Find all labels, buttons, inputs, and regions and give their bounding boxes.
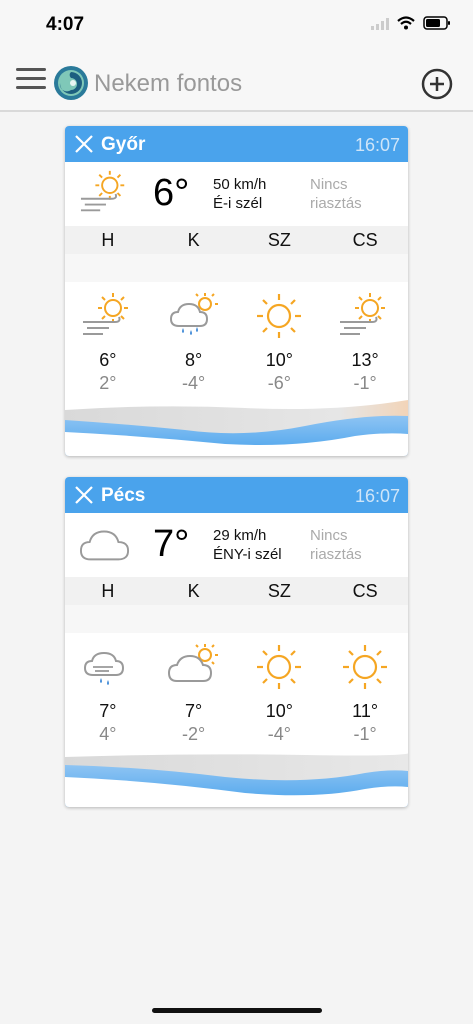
wind-info: 29 km/h ÉNY-i szél <box>213 526 282 564</box>
city-name: Győr <box>101 134 146 155</box>
high-temp: 10° <box>265 701 293 721</box>
high-temp: 6° <box>99 350 117 370</box>
wind-speed: 50 km/h <box>213 176 267 193</box>
divider-band <box>65 605 408 633</box>
forecast-day: 11° -1° <box>322 641 408 745</box>
forecast-day: 8° -4° <box>151 290 237 394</box>
status-icons <box>371 16 451 35</box>
low-temp: -1° <box>353 724 377 744</box>
low-temp: -6° <box>267 373 291 393</box>
day-label: SZ <box>267 581 291 601</box>
app-logo <box>52 64 90 102</box>
forecast-row: 6° 2° 8° -4° 10° -6° 13° -1° <box>65 282 408 394</box>
high-temp: 11° <box>352 701 379 721</box>
hamburger-icon-line <box>16 86 46 89</box>
add-city-button[interactable] <box>421 68 453 100</box>
low-temp: -2° <box>182 724 206 744</box>
temperature-wave <box>65 400 408 456</box>
cloud-icon <box>77 519 133 569</box>
wind-direction: É-i szél <box>213 195 263 212</box>
day-label: K <box>187 581 200 601</box>
hamburger-icon-line <box>16 77 46 80</box>
forecast-row: 7° 4° 7° -2° 10° -4° 11° -1° <box>65 633 408 745</box>
divider-band <box>65 254 408 282</box>
rain-cloud-sun-icon <box>169 293 218 335</box>
signal-icon <box>371 17 389 35</box>
close-icon <box>75 135 93 153</box>
update-time: 16:07 <box>354 486 400 506</box>
alert-line-1: Nincs <box>310 176 348 193</box>
city-name: Pécs <box>101 485 146 506</box>
day-labels: H K SZ CS <box>65 577 408 605</box>
forecast-day: 10° -4° <box>237 641 323 745</box>
wind-info: 50 km/h É-i szél <box>213 175 266 213</box>
day-labels: H K SZ CS <box>65 226 408 254</box>
temperature-wave <box>65 751 408 807</box>
card-header: Győr 16:07 <box>65 126 408 162</box>
day-label: CS <box>352 581 378 601</box>
low-temp: 2° <box>99 373 117 393</box>
rain-cloud-icon <box>83 651 124 685</box>
high-temp: 8° <box>185 350 203 370</box>
current-weather: 7° 29 km/h ÉNY-i szél Nincs riasztás <box>65 513 408 577</box>
weather-card: Pécs 16:07 7° 29 km/h ÉNY-i szél Nincs r… <box>65 477 408 807</box>
forecast-day: 10° -6° <box>237 290 323 394</box>
forecast-day: 7° -2° <box>151 641 237 745</box>
day-label: SZ <box>267 230 291 250</box>
alert-line-2: riasztás <box>310 195 362 212</box>
plus-circle-icon <box>421 68 453 100</box>
forecast-day: 6° 2° <box>65 290 151 394</box>
alert-line-2: riasztás <box>310 546 362 563</box>
status-time: 4:07 <box>46 14 85 35</box>
high-temp: 7° <box>185 701 203 721</box>
close-icon <box>75 486 93 504</box>
current-temperature: 7° <box>153 523 190 565</box>
home-indicator[interactable] <box>152 1008 322 1013</box>
alert-line-1: Nincs <box>310 527 348 544</box>
navbar: Nekem fontos <box>0 52 473 112</box>
day-label: H <box>101 581 115 601</box>
hamburger-icon <box>16 68 46 71</box>
status-bar: 4:07 <box>0 0 473 52</box>
remove-city-button[interactable] <box>73 484 95 506</box>
high-temp: 10° <box>265 350 293 370</box>
remove-city-button[interactable] <box>73 133 95 155</box>
app-title: Nekem fontos <box>94 70 243 97</box>
low-temp: 4° <box>99 724 117 744</box>
sun-wind-icon <box>82 293 128 335</box>
sun-icon <box>257 294 302 338</box>
cloud-sun-icon <box>167 644 218 682</box>
wind-direction: ÉNY-i szél <box>213 546 282 563</box>
high-temp: 13° <box>351 350 379 370</box>
sun-wind-icon <box>77 168 133 218</box>
low-temp: -4° <box>182 373 206 393</box>
card-header: Pécs 16:07 <box>65 477 408 513</box>
weather-card: Győr 16:07 6° 50 km/h É-i szél Nincs ria… <box>65 126 408 456</box>
low-temp: -1° <box>353 373 377 393</box>
current-temperature: 6° <box>153 172 190 214</box>
sun-icon <box>257 645 302 689</box>
wifi-icon <box>397 16 415 35</box>
current-weather: 6° 50 km/h É-i szél Nincs riasztás <box>65 162 408 226</box>
update-time: 16:07 <box>354 135 400 155</box>
high-temp: 7° <box>99 701 117 721</box>
forecast-day: 7° 4° <box>65 641 151 745</box>
alert-status: Nincs riasztás <box>310 526 362 564</box>
day-label: K <box>187 230 200 250</box>
battery-icon <box>423 16 451 35</box>
low-temp: -4° <box>267 724 291 744</box>
alert-status: Nincs riasztás <box>310 175 362 213</box>
sun-icon <box>343 645 388 689</box>
forecast-day: 13° -1° <box>322 290 408 394</box>
wind-speed: 29 km/h <box>213 527 267 544</box>
menu-button[interactable] <box>16 68 46 96</box>
day-label: H <box>101 230 115 250</box>
day-label: CS <box>352 230 378 250</box>
sun-wind-icon <box>340 293 386 335</box>
